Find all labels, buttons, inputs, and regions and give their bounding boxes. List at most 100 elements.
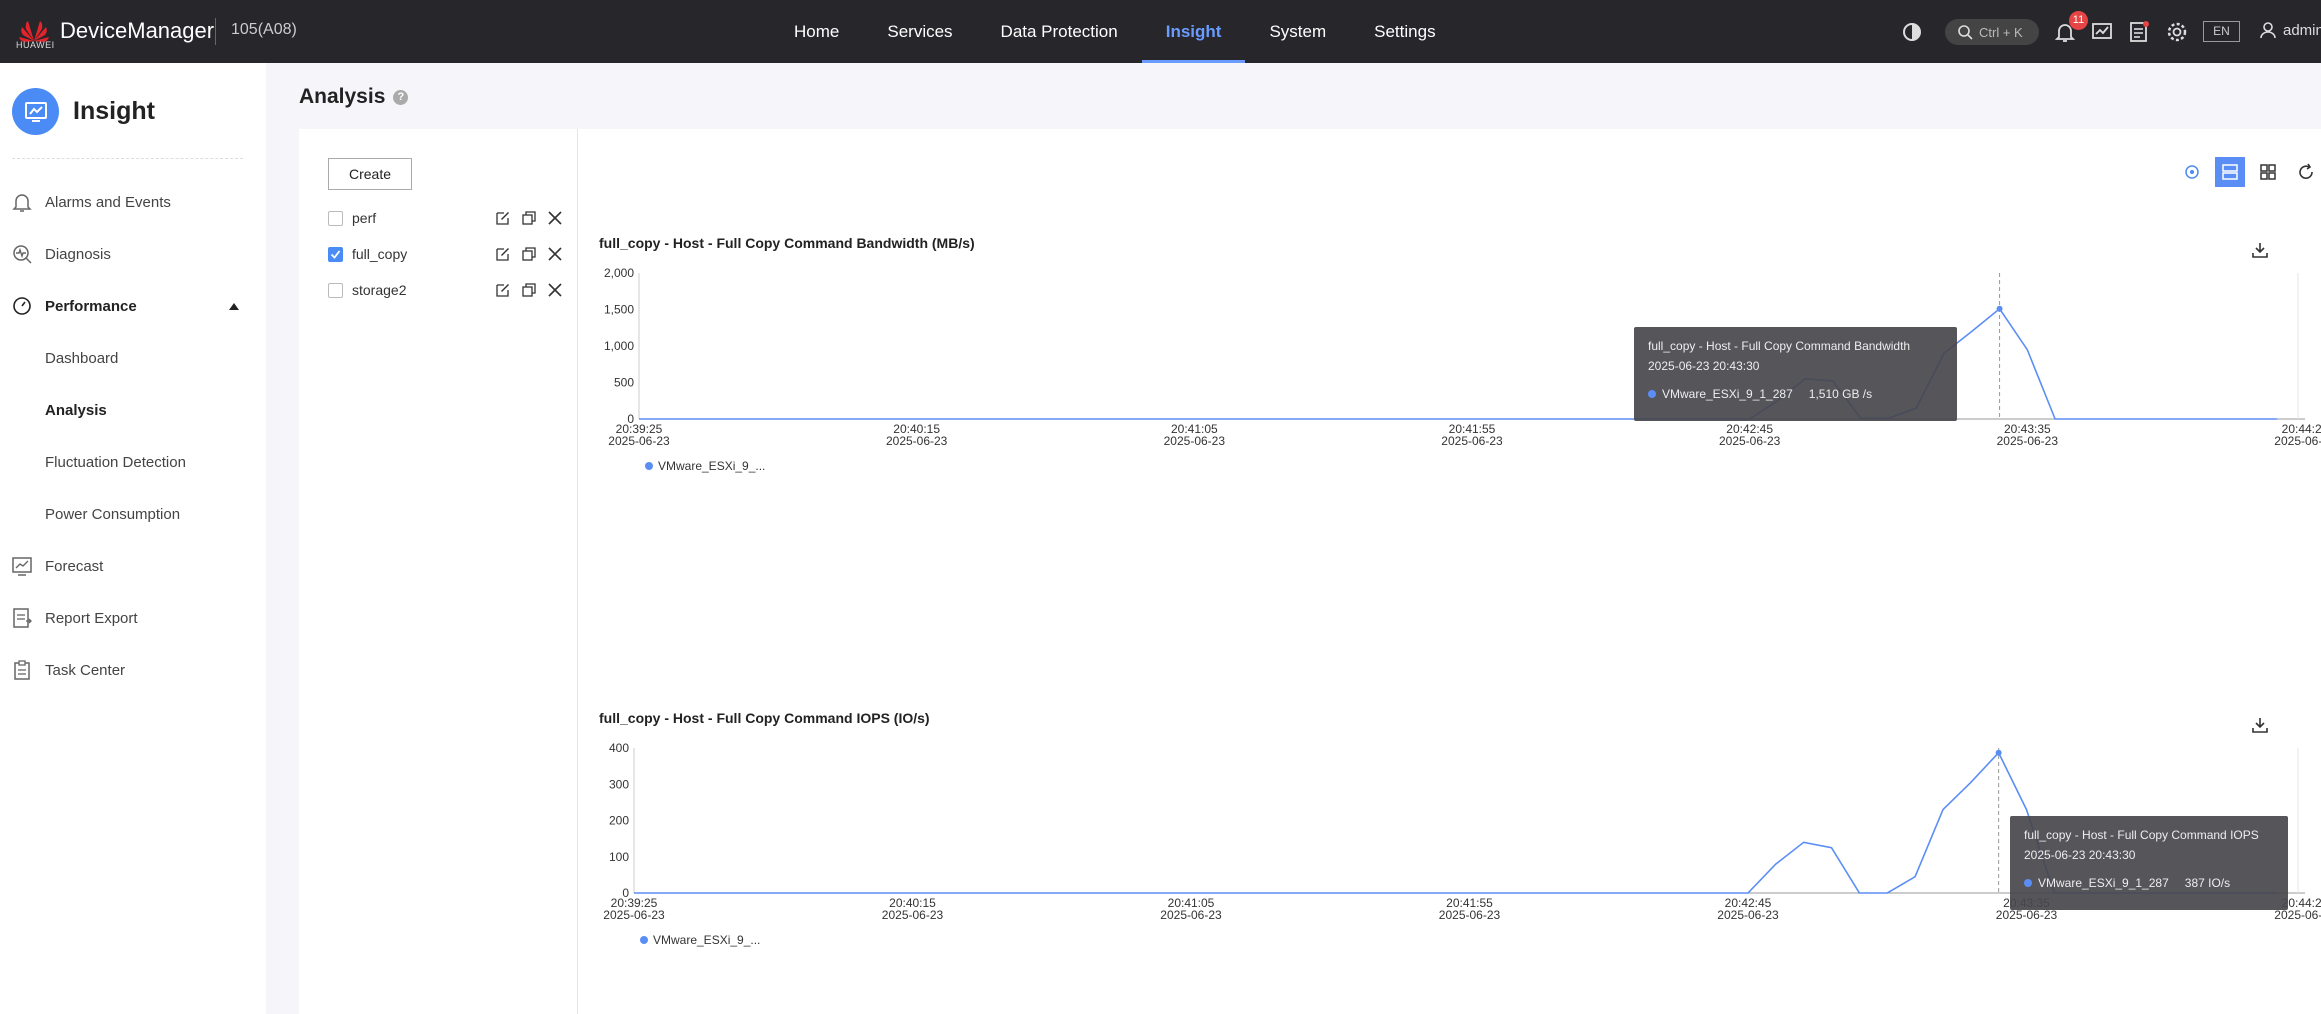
legend-dot	[645, 462, 653, 470]
sidebar-item-task-center[interactable]: Task Center	[0, 650, 266, 690]
insight-logo-icon	[12, 88, 59, 135]
tooltip-time: 2025-06-23 20:43:30	[2024, 848, 2136, 862]
sidebar-item-label: Alarms and Events	[45, 193, 171, 211]
x-tick-date: 2025-06-23	[1717, 908, 1779, 922]
sidebar-item-forecast[interactable]: Forecast	[0, 546, 266, 586]
clipboard-icon	[14, 660, 30, 680]
sidebar-item-label: Power Consumption	[45, 505, 181, 523]
user-menu[interactable]: admin	[2259, 21, 2321, 39]
series-dot	[1648, 390, 1656, 398]
y-tick-label: 100	[609, 850, 629, 864]
logo-text: HUAWEI	[16, 40, 55, 50]
tooltip-value: 387 IO/s	[2184, 876, 2231, 890]
sidebar-item-power-consumption[interactable]: Power Consumption	[0, 494, 266, 534]
analysis-panel: Create perf full_copy storage2 full_copy…	[299, 129, 2321, 1014]
sidebar: Insight Alarms and Events Diagnosis Perf…	[0, 63, 266, 1014]
x-tick-date: 2025-06-23	[1441, 434, 1503, 448]
caret-up-icon[interactable]	[229, 303, 239, 310]
y-tick-label: 200	[609, 814, 629, 828]
main-nav: Home Services Data Protection Insight Sy…	[770, 0, 1460, 63]
x-tick-date: 2025-06-23	[603, 908, 665, 922]
sidebar-item-dashboard[interactable]: Dashboard	[0, 338, 266, 378]
x-tick-date: 2025-06-23	[608, 434, 670, 448]
gauge-icon	[13, 297, 31, 315]
tooltip-title: full_copy - Host - Full Copy Command Ban…	[1648, 339, 1911, 353]
tooltip-value: 1,510 GB /s	[1808, 387, 1873, 401]
nav-insight[interactable]: Insight	[1141, 0, 1246, 63]
x-tick-date: 2025-06-23	[882, 908, 944, 922]
page-title-text: Analysis	[299, 85, 386, 108]
series-dot	[2024, 879, 2032, 887]
chart-2-tooltip: full_copy - Host - Full Copy Command IOP…	[2010, 816, 2288, 910]
forecast-icon	[12, 557, 32, 576]
tooltip-title: full_copy - Host - Full Copy Command IOP…	[2024, 828, 2259, 842]
monitor-chart-icon[interactable]	[2090, 20, 2114, 44]
app-name: DeviceManager	[60, 18, 215, 43]
user-icon	[2260, 22, 2276, 39]
search-shortcut: Ctrl + K	[1979, 24, 2023, 40]
device-id: 105(A08)	[231, 21, 297, 38]
sidebar-item-label: Analysis	[45, 401, 107, 419]
sidebar-item-report-export[interactable]: Report Export	[0, 598, 266, 638]
sidebar-item-diagnosis[interactable]: Diagnosis	[0, 234, 266, 274]
x-tick-date: 2025-06-23	[1439, 908, 1501, 922]
language-switch[interactable]: EN	[2203, 21, 2240, 42]
y-tick-label: 2,000	[604, 266, 634, 280]
nav-settings[interactable]: Settings	[1350, 0, 1459, 63]
y-tick-label: 300	[609, 777, 629, 791]
tooltip-time: 2025-06-23 20:43:30	[1648, 359, 1760, 373]
tooltip-series: VMware_ESXi_9_1_287	[1662, 387, 1793, 401]
sidebar-item-label: Fluctuation Detection	[45, 453, 186, 471]
chart-1-tooltip: full_copy - Host - Full Copy Command Ban…	[1634, 327, 1957, 421]
theme-toggle-icon[interactable]	[1900, 20, 1924, 44]
header-divider	[215, 18, 216, 45]
nav-home[interactable]: Home	[770, 0, 863, 63]
help-icon[interactable]: ?	[393, 89, 409, 105]
sidebar-divider	[12, 158, 243, 159]
alarm-count-badge: 11	[2069, 11, 2088, 30]
sidebar-item-alarms-and-events[interactable]: Alarms and Events	[0, 182, 266, 222]
legend-label: VMware_ESXi_9_...	[653, 933, 760, 947]
sidebar-item-performance[interactable]: Performance	[0, 286, 266, 326]
x-tick-date: 2025-06-23	[1997, 434, 2059, 448]
x-tick-date: 2025-06-23	[886, 434, 948, 448]
nav-system[interactable]: System	[1245, 0, 1350, 63]
sidebar-item-label: Performance	[45, 297, 137, 315]
x-tick-date: 2025-06-23	[2274, 434, 2321, 448]
nav-services[interactable]: Services	[863, 0, 976, 63]
y-tick-label: 1,000	[604, 339, 634, 353]
sidebar-item-label: Report Export	[45, 609, 138, 627]
y-tick-label: 1,500	[604, 303, 634, 317]
legend-dot	[640, 936, 648, 944]
sidebar-item-label: Forecast	[45, 557, 104, 575]
search-icon	[1958, 25, 1973, 40]
x-tick-date: 2025-06-23	[1996, 908, 2058, 922]
series-line	[639, 307, 2278, 420]
x-tick-date: 2025-06-23	[1719, 434, 1781, 448]
y-tick-label: 400	[609, 741, 629, 755]
global-search[interactable]: Ctrl + K	[1945, 19, 2039, 45]
user-name: admin	[2283, 21, 2321, 39]
bell-icon	[12, 194, 32, 212]
tooltip-row: VMware_ESXi_9_1_287 387 IO/s	[2024, 876, 2274, 890]
page-title: Analysis ?	[299, 85, 409, 109]
x-tick-date: 2025-06-23	[2274, 908, 2321, 922]
sidebar-item-analysis[interactable]: Analysis	[0, 390, 266, 430]
sidebar-item-label: Diagnosis	[45, 245, 111, 263]
highlight-point	[1996, 305, 2003, 312]
sidebar-title: Insight	[73, 97, 155, 125]
top-bar: HUAWEI DeviceManager 105(A08) Home Servi…	[0, 0, 2321, 63]
x-tick-date: 2025-06-23	[1164, 434, 1226, 448]
sidebar-item-fluctuation-detection[interactable]: Fluctuation Detection	[0, 442, 266, 482]
legend-label: VMware_ESXi_9_...	[658, 459, 765, 473]
y-tick-label: 500	[614, 376, 634, 390]
gear-icon[interactable]	[2165, 20, 2189, 44]
task-list-icon[interactable]	[2127, 20, 2151, 44]
report-icon	[13, 608, 32, 628]
tooltip-series: VMware_ESXi_9_1_287	[2038, 876, 2169, 890]
highlight-point	[1995, 749, 2002, 756]
nav-data-protection[interactable]: Data Protection	[977, 0, 1142, 63]
sidebar-header: Insight	[12, 88, 155, 135]
sidebar-item-label: Dashboard	[45, 349, 119, 367]
diagnosis-icon	[13, 245, 32, 264]
